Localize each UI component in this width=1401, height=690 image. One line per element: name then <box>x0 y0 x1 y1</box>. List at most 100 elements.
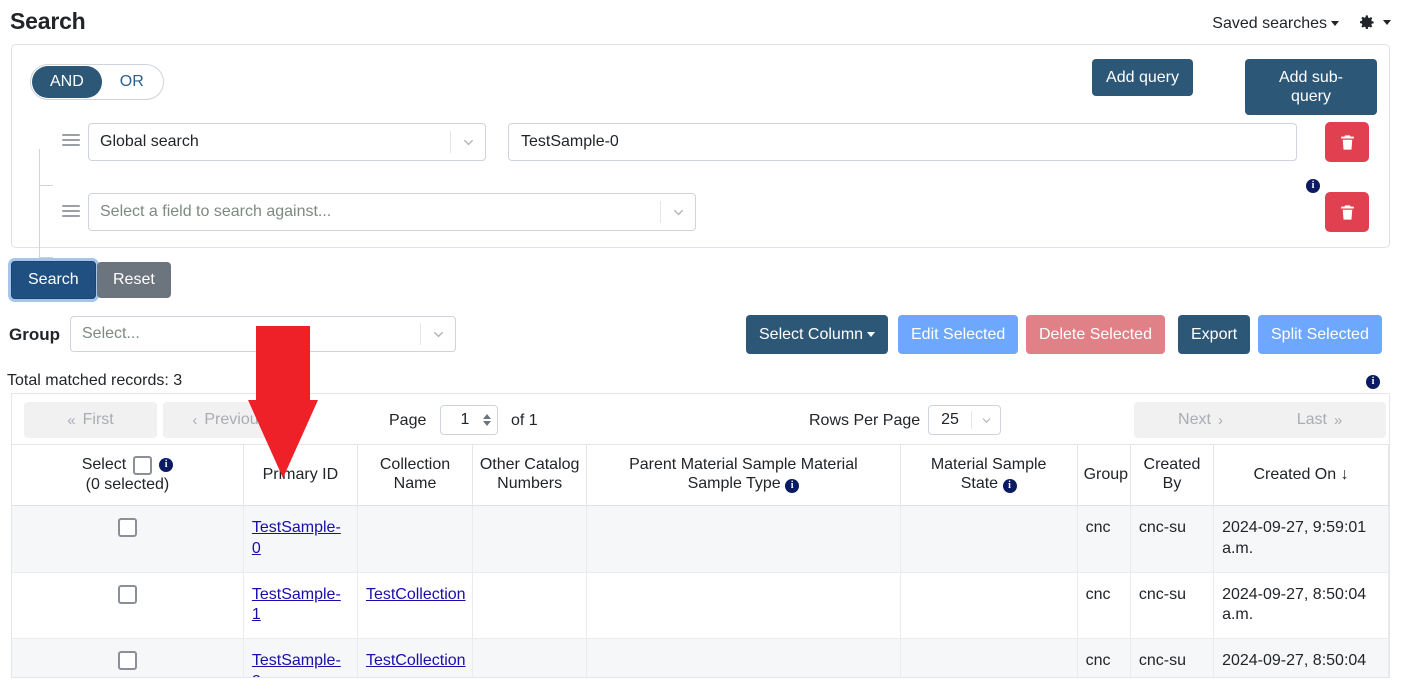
row-checkbox[interactable] <box>117 584 137 604</box>
chevron-down-icon <box>1331 21 1339 27</box>
column-header-material-sample-state[interactable]: Material Sample State i <box>900 445 1078 506</box>
stepper-arrows-icon[interactable] <box>483 414 491 426</box>
column-header-group[interactable]: Group <box>1077 445 1131 506</box>
page-total-label: of 1 <box>511 412 538 429</box>
query-row-2-drag-handle[interactable] <box>62 205 80 221</box>
column-header-parent-material-sample-type[interactable]: Parent Material Sample Material Sample T… <box>586 445 901 506</box>
table-header-row: Select i (0 selected) Primary ID Collect… <box>12 445 1389 506</box>
selected-count-label: (0 selected) <box>85 476 170 493</box>
page-label: Page <box>389 412 427 429</box>
parent-type-info-icon[interactable]: i <box>785 479 800 493</box>
reset-button[interactable]: Reset <box>97 262 171 298</box>
query-row-1-field-select[interactable]: Global search <box>88 123 486 161</box>
cell-primary-id: TestSample-1 <box>243 572 358 640</box>
total-matched-records: Total matched records: 3 <box>7 372 183 389</box>
add-query-button[interactable]: Add query <box>1092 59 1193 97</box>
edit-selected-button[interactable]: Edit Selected <box>898 315 1019 354</box>
column-header-created-on[interactable]: Created On ↓ <box>1213 445 1389 506</box>
cell-collection-name <box>357 505 474 573</box>
split-selected-button[interactable]: Split Selected <box>1258 315 1382 354</box>
next-page-button[interactable]: Next › <box>1134 402 1267 438</box>
group-select[interactable]: Select... <box>70 316 456 352</box>
cell-created-on: 2024-09-27, 8:50:04 a.m. <box>1213 572 1389 640</box>
chevron-down-icon <box>451 135 485 150</box>
cell-material-sample-state <box>900 572 1078 640</box>
double-chevron-left-icon: « <box>67 411 76 429</box>
page-number-stepper[interactable]: 1 <box>440 405 498 435</box>
rows-per-page-select[interactable]: 25 <box>928 405 1001 435</box>
query-row-1-drag-handle[interactable] <box>62 134 80 150</box>
pagination-bar: « First ‹ Previous Page 1 of 1 Rows Per … <box>11 393 1390 445</box>
query-row-1-value-input[interactable] <box>508 123 1297 161</box>
parent-type-header-line1: Parent Material Sample Material <box>629 456 858 474</box>
cell-created-by: cnc-su <box>1130 505 1215 573</box>
settings-dropdown[interactable] <box>1357 13 1391 32</box>
cell-material-sample-state <box>900 638 1078 677</box>
gear-icon <box>1360 15 1374 29</box>
query-row-1-delete-button[interactable] <box>1325 122 1369 162</box>
cell-other-catalog-numbers <box>472 505 588 573</box>
column-header-select[interactable]: Select i (0 selected) <box>12 445 244 506</box>
cell-primary-id: TestSample-0 <box>243 505 358 573</box>
primary-id-link[interactable]: TestSample-2 <box>252 652 341 677</box>
tree-connector-branch-1 <box>39 185 53 186</box>
cell-created-by: cnc-su <box>1130 638 1215 677</box>
query-row-1-info-icon[interactable]: i <box>1306 179 1320 193</box>
chevron-down-icon <box>1383 20 1391 25</box>
primary-id-link[interactable]: TestSample-1 <box>252 586 341 624</box>
select-column-button[interactable]: Select Column <box>746 315 889 354</box>
export-button[interactable]: Export <box>1178 315 1251 354</box>
tree-connector-branch-2 <box>39 257 53 258</box>
row-checkbox[interactable] <box>117 651 137 671</box>
search-button[interactable]: Search <box>11 261 96 299</box>
page-number-value: 1 <box>460 411 470 428</box>
results-table-container: Select i (0 selected) Primary ID Collect… <box>11 445 1390 678</box>
query-row-2-field-select[interactable]: Select a field to search against... <box>88 193 696 231</box>
rows-per-page-value: 25 <box>941 411 959 428</box>
column-header-collection-name[interactable]: Collection Name <box>357 445 474 506</box>
operator-or-button[interactable]: OR <box>102 66 162 98</box>
previous-page-button[interactable]: ‹ Previous <box>163 402 296 438</box>
row-select-cell <box>12 638 244 677</box>
sample-state-info-icon[interactable]: i <box>1002 479 1017 493</box>
caret-down-icon <box>867 331 876 337</box>
column-header-primary-id[interactable]: Primary ID <box>243 445 358 506</box>
table-row: TestSample-0 cnc cnc-su 2024-09-27, 9:59… <box>12 505 1389 573</box>
first-page-label: First <box>82 411 114 428</box>
page-header: Search Saved searches <box>0 0 1401 44</box>
cell-other-catalog-numbers <box>472 638 588 677</box>
search-page: Search Saved searches AND OR Add query A… <box>0 0 1401 690</box>
first-page-button[interactable]: « First <box>24 402 157 438</box>
cell-parent-material-sample-type <box>586 572 901 640</box>
collection-name-link[interactable]: TestCollection <box>366 586 466 603</box>
operator-and-button[interactable]: AND <box>32 66 102 98</box>
chevron-left-icon: ‹ <box>192 411 198 429</box>
query-row-2-delete-button[interactable] <box>1325 192 1369 232</box>
cell-other-catalog-numbers <box>472 572 588 640</box>
created-by-header-line2: By <box>1162 475 1182 492</box>
column-header-other-catalog-numbers[interactable]: Other Catalog Numbers <box>472 445 588 506</box>
select-info-icon[interactable]: i <box>159 458 174 472</box>
query-builder-panel: AND OR Add query Add sub-query Global se… <box>11 44 1390 258</box>
last-page-button[interactable]: Last » <box>1253 402 1386 438</box>
sample-state-header-line1: Material Sample <box>930 456 1047 474</box>
saved-searches-dropdown[interactable]: Saved searches <box>1212 15 1339 33</box>
row-checkbox[interactable] <box>117 518 137 537</box>
trash-icon <box>1340 134 1354 150</box>
select-all-checkbox[interactable] <box>133 455 153 475</box>
add-sub-query-button[interactable]: Add sub-query <box>1245 59 1377 116</box>
row-select-cell <box>12 505 244 573</box>
cell-created-on: 2024-09-27, 9:59:01 a.m. <box>1213 505 1389 573</box>
results-info-icon[interactable]: i <box>1366 375 1380 389</box>
page-title: Search <box>10 8 86 34</box>
row-select-cell <box>12 572 244 640</box>
primary-id-link[interactable]: TestSample-0 <box>252 519 341 557</box>
group-label: Group <box>9 325 60 344</box>
collection-name-header-line1: Collection <box>379 456 451 474</box>
created-on-header-label: Created On <box>1253 465 1337 483</box>
delete-selected-button[interactable]: Delete Selected <box>1026 315 1165 354</box>
select-header-label: Select <box>81 456 127 473</box>
saved-searches-label: Saved searches <box>1212 15 1327 32</box>
column-header-created-by[interactable]: Created By <box>1130 445 1215 506</box>
collection-name-link[interactable]: TestCollection <box>366 652 466 669</box>
